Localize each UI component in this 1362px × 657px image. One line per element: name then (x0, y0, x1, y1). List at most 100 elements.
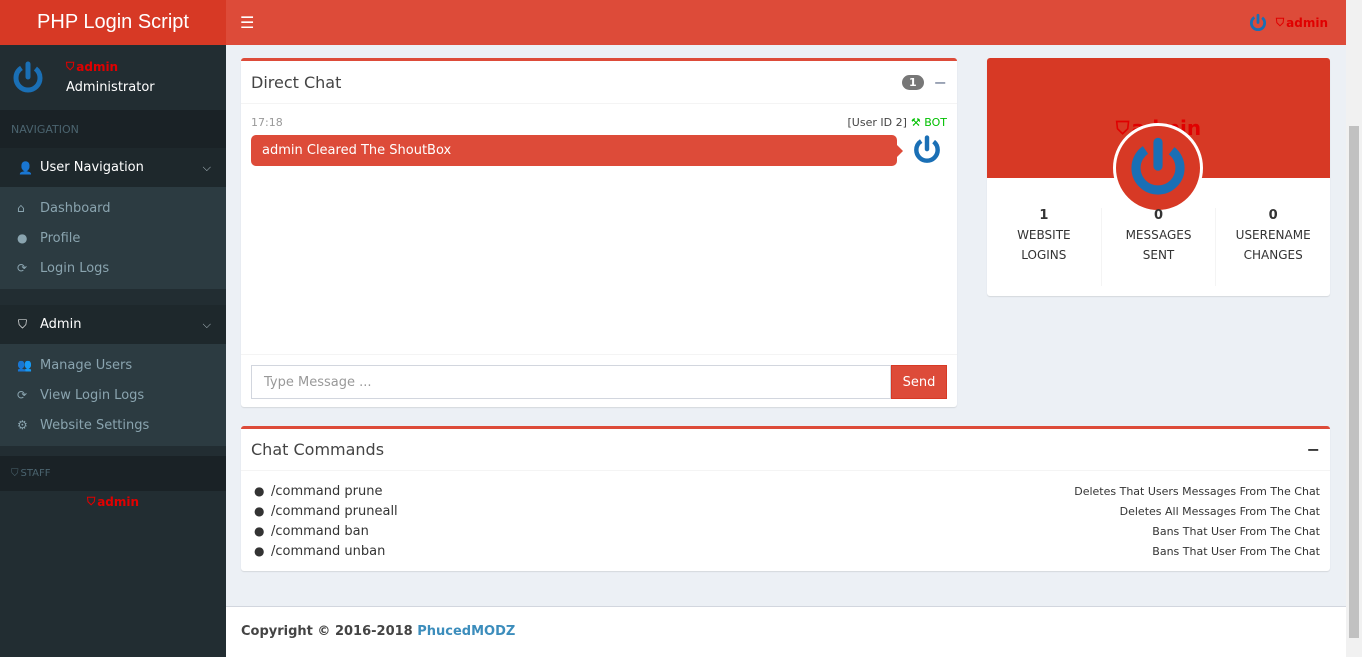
command-name: /command prune (271, 483, 383, 499)
stat-username-changes: 0 USERENAME CHANGES (1216, 208, 1330, 286)
send-button[interactable]: Send (891, 365, 947, 399)
sidebar-item-label: Manage Users (40, 357, 133, 373)
profile-widget: ⛉admin 1 WEBSITELOGINS 0 MESSAGESSENT 0 … (987, 58, 1330, 296)
stat-label: MESSAGES SENT (1102, 225, 1216, 265)
gavel-icon: ⚒ (910, 116, 921, 129)
brand-link[interactable]: PhucedMODZ (417, 624, 515, 639)
command-name: /command unban (271, 543, 386, 559)
sidebar-item-label: Website Settings (40, 417, 150, 433)
shield-icon: ⛉ (66, 60, 75, 73)
message-meta: 17:18 [User ID 2] ⚒ BOT (251, 116, 947, 129)
chevron-down-icon: ⌵ (202, 317, 211, 331)
sidebar-item-label: View Login Logs (40, 387, 145, 403)
chat-message: admin Cleared The ShoutBox (251, 134, 947, 166)
direct-chat-box: Direct Chat 1 − 17:18 [User ID 2] ⚒ BOT … (241, 58, 957, 407)
admin-label: Admin (40, 317, 82, 332)
menu-toggle-icon[interactable]: ☰ (240, 13, 254, 32)
sidebar-item-profile[interactable]: ● Profile (0, 223, 226, 253)
command-name: /command ban (271, 523, 369, 539)
command-description: Bans That User From The Chat (1152, 544, 1320, 558)
home-icon: ⌂ (17, 201, 25, 215)
user-navigation-menu: ⌂ Dashboard ● Profile ⟳ Login Logs (0, 187, 226, 289)
staff-rank: ⛉ admin (87, 495, 139, 509)
collapse-icon[interactable]: − (934, 73, 947, 92)
user-role: Administrator (66, 80, 155, 95)
stat-label-line2: CHANGES (1243, 248, 1303, 262)
user-navigation-toggle[interactable]: 👤 User Navigation ⌵ (0, 148, 226, 187)
shield-icon: ⛉ (18, 317, 28, 331)
stat-value: 1 (1039, 208, 1049, 223)
page-footer: Copyright © 2016-2018 PhucedMODZ (226, 606, 1346, 657)
refresh-icon: ⟳ (17, 388, 28, 402)
stat-label-line1: WEBSITE (1017, 228, 1071, 242)
users-icon: 👥 (17, 358, 32, 372)
sidebar-item-website-settings[interactable]: ⚙ Website Settings (0, 410, 226, 440)
user-icon: ● (17, 231, 28, 245)
user-rank: ⛉ admin (66, 60, 155, 74)
staff-header-label: STAFF (20, 468, 51, 479)
user-panel: ⛉ admin Administrator (0, 45, 226, 110)
stat-label-line1: USERENAME (1235, 228, 1311, 242)
power-icon (914, 135, 940, 163)
power-icon (13, 61, 43, 92)
stat-label-line1: MESSAGES (1125, 228, 1192, 242)
command-name: /command pruneall (271, 503, 398, 519)
list-item: ●/command unban Bans That User From The C… (254, 543, 1320, 559)
message-time: 17:18 (251, 116, 283, 129)
sidebar-item-label: Dashboard (40, 200, 111, 216)
command-description: Bans That User From The Chat (1152, 524, 1320, 538)
commands-list: ●/command prune Deletes That Users Messag… (241, 471, 1330, 561)
list-item: ●/command ban Bans That User From The Cha… (254, 523, 1320, 539)
stat-label: USERENAME CHANGES (1216, 225, 1330, 265)
sidebar-item-login-logs[interactable]: ⟳ Login Logs (0, 253, 226, 283)
power-icon (1249, 13, 1266, 31)
staff-member[interactable]: ⛉ admin (0, 491, 226, 509)
message-bubble: admin Cleared The ShoutBox (251, 134, 903, 166)
message-count-badge: 1 (901, 74, 924, 90)
sidebar: PHP Login Script ⛉ admin Administrator NA… (0, 0, 226, 657)
sidebar-item-view-login-logs[interactable]: ⟳ View Login Logs (0, 380, 226, 410)
stat-value: 0 (1268, 208, 1278, 223)
chat-commands-box: Chat Commands − ●/command prune Deletes T… (241, 426, 1330, 571)
scrollbar-thumb[interactable] (1349, 126, 1359, 638)
app-logo[interactable]: PHP Login Script (0, 0, 226, 45)
page-scrollbar[interactable] (1346, 0, 1362, 657)
copyright-text: Copyright © 2016-2018 (241, 624, 413, 639)
command-description: Deletes That Users Messages From The Cha… (1074, 484, 1320, 498)
bot-tag-label: BOT (924, 116, 947, 129)
list-item: ●/command prune Deletes That Users Messag… (254, 483, 1320, 499)
admin-toggle[interactable]: ⛉ Admin ⌵ (0, 305, 226, 344)
stat-label-line2: LOGINS (1021, 248, 1067, 262)
top-user-rank: ⛉ admin (1276, 16, 1328, 30)
top-navbar: ☰ ⛉ admin (226, 0, 1346, 45)
gear-icon: ⚙ (17, 418, 28, 432)
chat-footer: Type Message ... Send (241, 354, 957, 409)
shield-icon: ⛉ (11, 468, 19, 479)
sidebar-item-dashboard[interactable]: ⌂ Dashboard (0, 193, 226, 223)
power-icon (1131, 137, 1185, 195)
chat-header: Direct Chat 1 − (241, 61, 957, 104)
list-item: ●/command pruneall Deletes All Messages F… (254, 503, 1320, 519)
user-navigation-label: User Navigation (40, 160, 144, 175)
admin-menu: 👥 Manage Users ⟳ View Login Logs ⚙ Website … (0, 344, 226, 446)
stat-label: WEBSITE LOGINS (987, 225, 1101, 265)
bot-tag: ⚒ BOT (911, 116, 947, 129)
sidebar-item-label: Login Logs (40, 260, 110, 276)
shield-icon: ⛉ (86, 495, 96, 508)
staff-member-label: admin (97, 495, 140, 509)
chevron-down-icon: ⌵ (202, 160, 211, 174)
user-rank-label: admin (76, 60, 119, 74)
profile-stats: 1 WEBSITE LOGINS 0 MESSAGES SENT 0 USERENA… (987, 208, 1330, 286)
chat-title: Direct Chat (251, 72, 342, 92)
message-input[interactable]: Type Message ... (251, 365, 891, 399)
commands-header: Chat Commands − (241, 429, 1330, 471)
sidebar-item-manage-users[interactable]: 👥 Manage Users (0, 350, 226, 380)
collapse-icon[interactable]: − (1307, 440, 1320, 459)
top-user-label: admin (1286, 15, 1328, 30)
sidebar-item-label: Profile (40, 230, 81, 246)
profile-avatar (1113, 123, 1203, 213)
message-user: [User ID 2] (847, 116, 907, 129)
staff-header: ⛉ STAFF (0, 456, 226, 491)
top-user-menu[interactable]: ⛉ admin (1248, 13, 1328, 33)
command-description: Deletes All Messages From The Chat (1119, 504, 1320, 518)
